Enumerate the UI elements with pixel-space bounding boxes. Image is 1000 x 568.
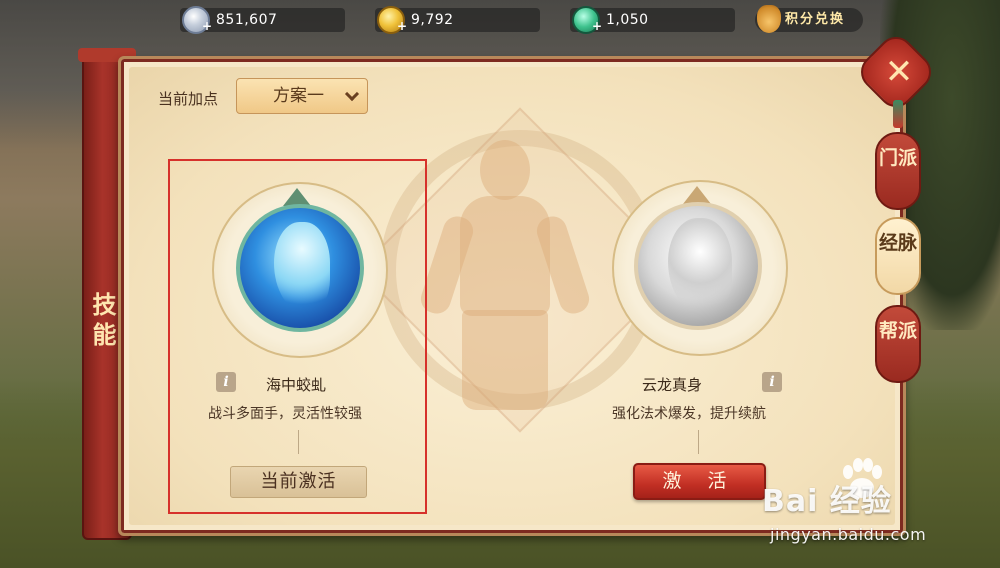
side-tab-label: 技能: [88, 292, 116, 352]
scheme-dropdown[interactable]: 方案一: [236, 78, 368, 114]
silver-currency[interactable]: + 851,607: [180, 6, 345, 34]
tab-sect-label: 门派: [878, 147, 917, 169]
tab-guild[interactable]: 帮派: [875, 305, 921, 383]
gold-currency[interactable]: + 9,792: [375, 6, 540, 34]
current-active-button[interactable]: 当前激活: [230, 466, 367, 498]
figure-body: [460, 196, 550, 316]
figure-head: [480, 140, 530, 200]
tab-sect[interactable]: 门派: [875, 132, 921, 210]
divider: [298, 430, 299, 454]
tab-meridian[interactable]: 经脉: [875, 217, 921, 295]
scheme-selected: 方案一: [273, 86, 324, 106]
add-icon: +: [202, 19, 213, 33]
baidu-watermark-logo: Bai 经验: [762, 484, 892, 519]
dragon-silhouette: [668, 218, 732, 314]
chevron-down-icon: [344, 86, 360, 102]
water-dragon-icon[interactable]: [236, 204, 364, 332]
money-bag-icon: [757, 5, 781, 33]
tab-meridian-label: 经脉: [878, 232, 917, 254]
activate-button[interactable]: 激 活: [633, 463, 766, 500]
dragon-silhouette: [274, 222, 330, 312]
points-exchange-button[interactable]: 积分兑换: [755, 5, 863, 33]
gold-amount: 9,792: [411, 12, 454, 28]
jade-amount: 1,050: [606, 12, 649, 28]
divider: [698, 430, 699, 454]
jade-currency[interactable]: + 1,050: [570, 6, 735, 34]
silver-amount: 851,607: [216, 12, 278, 28]
figure-legs: [462, 310, 548, 410]
scheme-label: 当前加点: [158, 90, 219, 108]
cloud-dragon-icon[interactable]: [634, 202, 762, 330]
add-icon: +: [592, 19, 603, 33]
baidu-watermark-url: jingyan.baidu.com: [770, 525, 927, 544]
info-icon[interactable]: i: [216, 372, 236, 392]
skill-description: 强化法术爆发，提升续航: [612, 406, 766, 422]
add-icon: +: [397, 19, 408, 33]
info-icon[interactable]: i: [762, 372, 782, 392]
skill-name: 云龙真身: [642, 376, 703, 394]
skill-name: 海中蛟虬: [266, 376, 327, 394]
close-icon[interactable]: ✕: [884, 50, 914, 94]
tab-guild-label: 帮派: [878, 320, 917, 342]
points-exchange-label: 积分兑换: [785, 12, 846, 27]
tassel-decoration: [893, 100, 903, 128]
skill-description: 战斗多面手，灵活性较强: [208, 406, 362, 422]
